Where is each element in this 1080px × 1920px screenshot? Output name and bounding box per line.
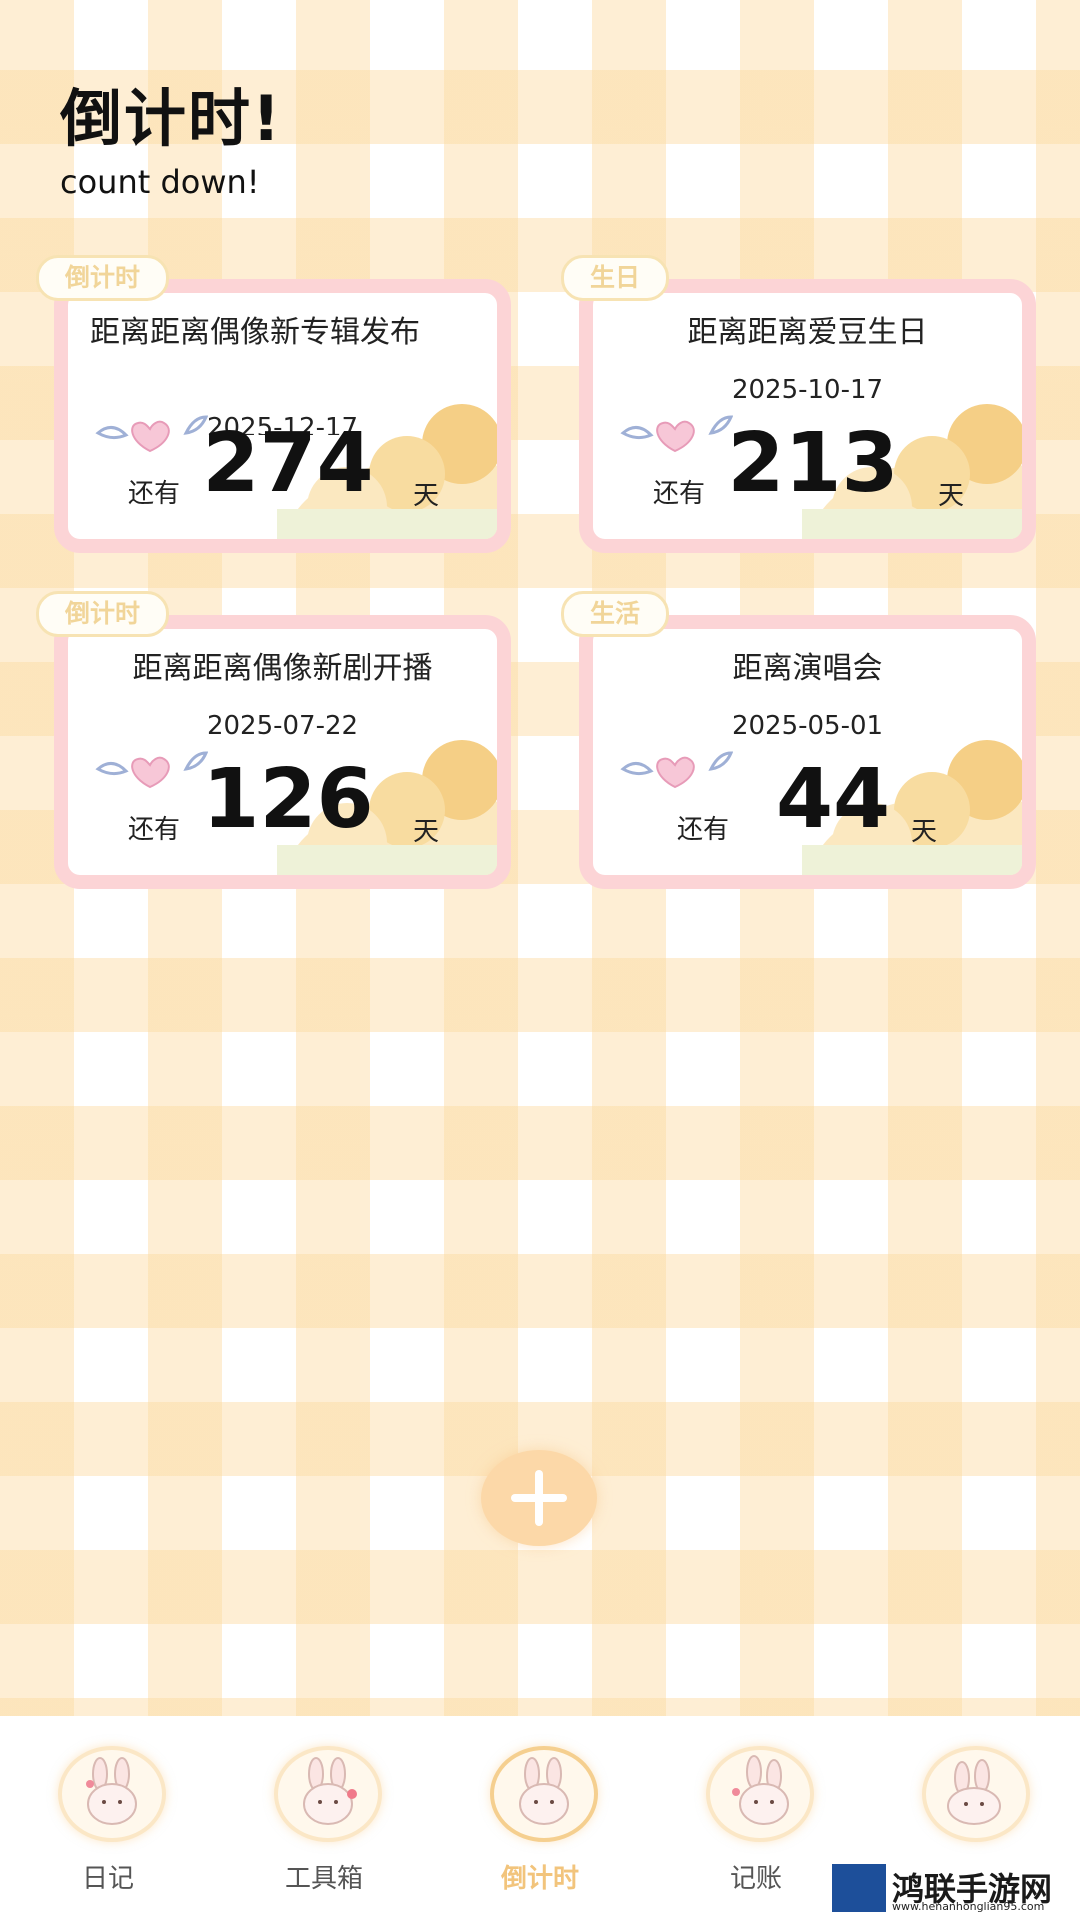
card-title: 距离演唱会: [732, 651, 883, 686]
tab-diary[interactable]: 日记: [38, 1716, 178, 1920]
days-count: 274: [202, 416, 374, 511]
page-title: 倒计时!: [60, 82, 283, 155]
remain-label: 还有: [128, 815, 181, 845]
category-tag: 倒计时: [36, 255, 170, 301]
card-body: 距离距离偶像新专辑发布 2025-12-17 还有 274 天: [54, 279, 511, 553]
watermark-url: www.henanhonglian95.com: [892, 1900, 1045, 1913]
bunny-avatar-icon: [706, 1746, 814, 1842]
bunny-avatar-icon: [58, 1746, 166, 1842]
remain-label: 还有: [677, 815, 730, 845]
card-body: 距离距离爱豆生日 2025-10-17 还有 213 天: [579, 279, 1036, 553]
remain-label: 还有: [128, 479, 181, 509]
card-title: 距离距离偶像新专辑发布: [90, 315, 420, 350]
remain-label: 还有: [653, 479, 706, 509]
countdown-card[interactable]: 距离距离偶像新剧开播 2025-07-22 还有 126 天 倒计时: [36, 591, 519, 889]
tab-label: 工具箱: [284, 1864, 363, 1894]
category-tag: 倒计时: [36, 591, 170, 637]
watermark-logo-icon: [832, 1864, 886, 1912]
tab-bookkeeping[interactable]: 记账: [686, 1716, 826, 1920]
tab-countdown[interactable]: 倒计时: [470, 1716, 610, 1920]
days-count: 213: [727, 416, 899, 511]
card-title: 距离距离爱豆生日: [687, 315, 928, 350]
countdown-card[interactable]: 距离距离爱豆生日 2025-10-17 还有 213 天 生日: [561, 255, 1044, 553]
card-body: 距离距离偶像新剧开播 2025-07-22 还有 126 天: [54, 615, 511, 889]
bunny-avatar-icon: [274, 1746, 382, 1842]
countdown-card[interactable]: 距离距离偶像新专辑发布 2025-12-17 还有 274 天 倒计时: [36, 255, 519, 553]
add-countdown-button[interactable]: [481, 1450, 597, 1546]
category-tag: 生日: [561, 255, 670, 301]
tab-toolbox[interactable]: 工具箱: [254, 1716, 394, 1920]
day-unit: 天: [911, 817, 938, 847]
site-watermark: 鸿联手游网 www.henanhonglian95.com: [832, 1864, 1072, 1913]
winged-heart-icon: [95, 751, 208, 789]
plus-icon: [511, 1470, 567, 1526]
bunny-avatar-icon: [922, 1746, 1030, 1842]
category-tag: 生活: [561, 591, 670, 637]
bunny-avatar-icon: [490, 1746, 598, 1842]
day-unit: 天: [413, 817, 440, 847]
winged-heart-icon: [95, 415, 208, 453]
days-count: 126: [202, 752, 374, 847]
day-unit: 天: [413, 481, 440, 511]
card-title: 距离距离偶像新剧开播: [132, 651, 433, 686]
days-count: 44: [775, 752, 891, 847]
countdown-card[interactable]: 距离演唱会 2025-05-01 还有 44 天 生活: [561, 591, 1044, 889]
winged-heart-icon: [620, 415, 733, 453]
tab-label: 倒计时: [500, 1864, 579, 1894]
day-unit: 天: [938, 481, 965, 511]
tab-label: 日记: [81, 1864, 134, 1894]
tab-label: 记账: [729, 1864, 782, 1894]
winged-heart-icon: [620, 751, 733, 789]
page-subtitle: count down!: [60, 163, 260, 201]
card-body: 距离演唱会 2025-05-01 还有 44 天: [579, 615, 1036, 889]
